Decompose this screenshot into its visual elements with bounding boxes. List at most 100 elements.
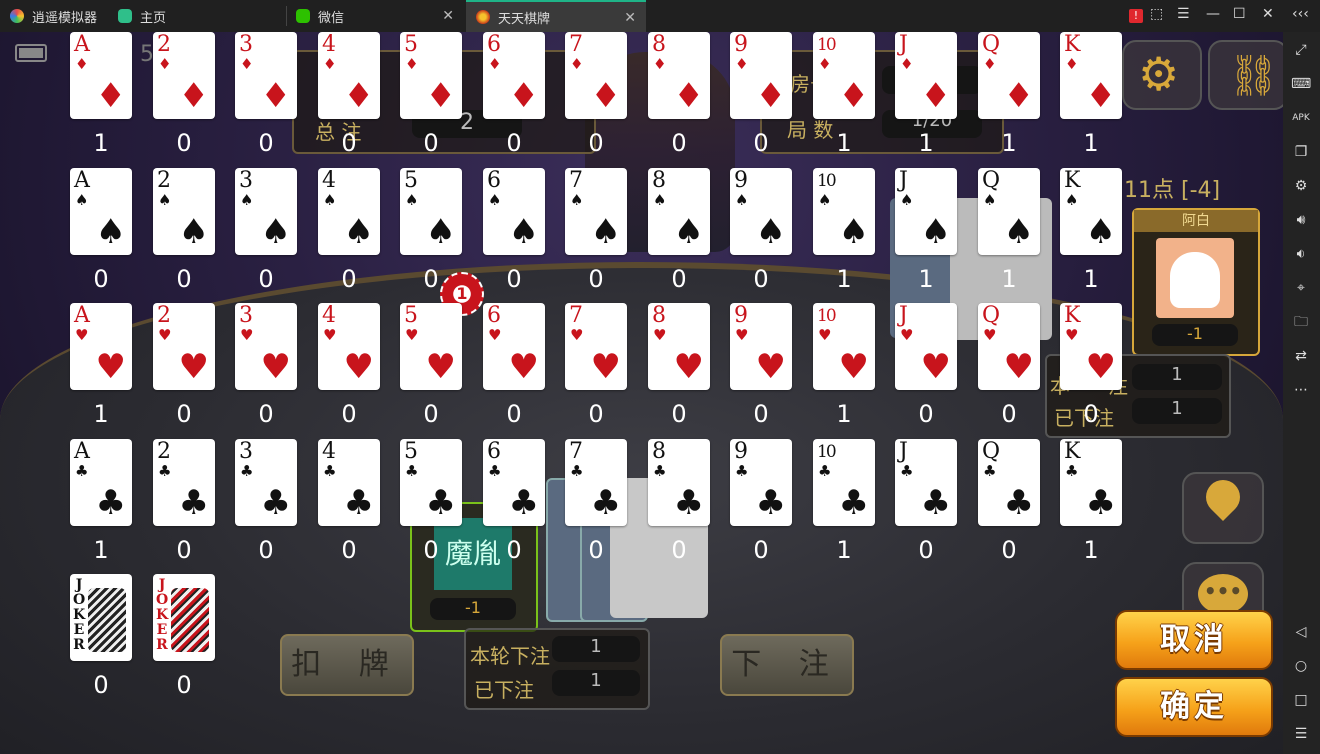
card-7-club[interactable]: 7 ♣ ♣ xyxy=(565,439,627,526)
player-seat-right[interactable]: 阿白 -1 xyxy=(1132,208,1260,356)
card-k-spade[interactable]: K ♠ ♠ xyxy=(1060,168,1122,255)
card-count: 0 xyxy=(506,536,522,564)
card-count: 0 xyxy=(341,400,357,428)
tab-home[interactable]: 主页 xyxy=(110,0,285,32)
card-8-heart[interactable]: 8 ♥ ♥ xyxy=(648,303,710,390)
card-8-club[interactable]: 8 ♣ ♣ xyxy=(648,439,710,526)
card-a-heart[interactable]: A ♥ ♥ xyxy=(70,303,132,390)
card-count: 0 xyxy=(176,400,192,428)
card-10-spade[interactable]: 10 ♠ ♠ xyxy=(813,168,875,255)
card-6-heart[interactable]: 6 ♥ ♥ xyxy=(483,303,545,390)
confirm-button[interactable]: 确定 xyxy=(1115,677,1273,737)
alert-icon[interactable]: ! xyxy=(1129,9,1143,23)
fullscreen-icon[interactable]: ⤢ xyxy=(1291,40,1311,60)
card-j-diamond[interactable]: J ♦ ♦ xyxy=(895,32,957,119)
card-6-club[interactable]: 6 ♣ ♣ xyxy=(483,439,545,526)
right-placed-value: 1 xyxy=(1132,398,1222,424)
settings-gear-icon[interactable]: ⚙ xyxy=(1291,176,1311,196)
card-a-spade[interactable]: A ♠ ♠ xyxy=(70,168,132,255)
card-4-diamond[interactable]: 4 ♦ ♦ xyxy=(318,32,380,119)
card-a-club[interactable]: A ♣ ♣ xyxy=(70,439,132,526)
settings-button[interactable]: ⚙ xyxy=(1122,40,1202,110)
menu-list-icon[interactable]: ☰ xyxy=(1291,724,1311,744)
card-q-diamond[interactable]: Q ♦ ♦ xyxy=(978,32,1040,119)
tab-emulator-home[interactable]: 逍遥模拟器 xyxy=(0,0,110,32)
card-5-spade[interactable]: 5 ♠ ♠ xyxy=(400,168,462,255)
close-window-icon[interactable]: ✕ xyxy=(1262,6,1274,22)
collapse-sidebar-icon[interactable]: ‹‹‹ xyxy=(1292,6,1309,22)
card-10-diamond[interactable]: 10 ♦ ♦ xyxy=(813,32,875,119)
card-4-spade[interactable]: 4 ♠ ♠ xyxy=(318,168,380,255)
card-k-heart[interactable]: K ♥ ♥ xyxy=(1060,303,1122,390)
card-10-heart[interactable]: 10 ♥ ♥ xyxy=(813,303,875,390)
folder-icon[interactable]: 🗀 xyxy=(1291,312,1311,332)
card-q-heart[interactable]: Q ♥ ♥ xyxy=(978,303,1040,390)
disconnect-button[interactable]: ⛓ xyxy=(1208,40,1283,110)
card-2-heart[interactable]: 2 ♥ ♥ xyxy=(153,303,215,390)
card-5-diamond[interactable]: 5 ♦ ♦ xyxy=(400,32,462,119)
card-9-club[interactable]: 9 ♣ ♣ xyxy=(730,439,792,526)
card-7-spade[interactable]: 7 ♠ ♠ xyxy=(565,168,627,255)
heart-icon: ♥ xyxy=(488,326,502,344)
apk-install-icon[interactable]: APK xyxy=(1291,108,1311,128)
sync-icon[interactable]: ⇄ xyxy=(1291,346,1311,366)
card-7-diamond[interactable]: 7 ♦ ♦ xyxy=(565,32,627,119)
location-pin-icon[interactable]: ⌖ xyxy=(1291,278,1311,298)
card-10-club[interactable]: 10 ♣ ♣ xyxy=(813,439,875,526)
card-4-heart[interactable]: 4 ♥ ♥ xyxy=(318,303,380,390)
card-3-club[interactable]: 3 ♣ ♣ xyxy=(235,439,297,526)
back-icon[interactable]: ◁ xyxy=(1291,622,1311,642)
card-count: 0 xyxy=(588,265,604,293)
card-5-heart[interactable]: 5 ♥ ♥ xyxy=(400,303,462,390)
tab-game[interactable]: 天天棋牌 ✕ xyxy=(466,0,646,32)
card-5-club[interactable]: 5 ♣ ♣ xyxy=(400,439,462,526)
heart-icon: ♥ xyxy=(405,326,419,344)
card-8-spade[interactable]: 8 ♠ ♠ xyxy=(648,168,710,255)
maximize-icon[interactable]: ☐ xyxy=(1233,6,1246,22)
bet-button[interactable]: 下 注 xyxy=(720,634,854,696)
card-joker-black[interactable]: JOKER xyxy=(70,574,132,661)
tab-wechat[interactable]: 微信 ✕ xyxy=(288,0,464,32)
card-q-spade[interactable]: Q ♠ ♠ xyxy=(978,168,1040,255)
card-9-spade[interactable]: 9 ♠ ♠ xyxy=(730,168,792,255)
keyboard-icon[interactable]: ⌨ xyxy=(1291,74,1311,94)
card-2-spade[interactable]: 2 ♠ ♠ xyxy=(153,168,215,255)
card-k-club[interactable]: K ♣ ♣ xyxy=(1060,439,1122,526)
card-2-club[interactable]: 2 ♣ ♣ xyxy=(153,439,215,526)
card-3-spade[interactable]: 3 ♠ ♠ xyxy=(235,168,297,255)
location-button[interactable] xyxy=(1182,472,1264,544)
card-joker-red[interactable]: JOKER xyxy=(153,574,215,661)
volume-up-icon[interactable]: 🔊︎ xyxy=(1291,210,1311,230)
multi-window-icon[interactable]: ❐ xyxy=(1291,142,1311,162)
more-icon[interactable]: ⋯ xyxy=(1291,380,1311,400)
card-8-diamond[interactable]: 8 ♦ ♦ xyxy=(648,32,710,119)
card-9-heart[interactable]: 9 ♥ ♥ xyxy=(730,303,792,390)
card-j-spade[interactable]: J ♠ ♠ xyxy=(895,168,957,255)
volume-down-icon[interactable]: 🔉︎ xyxy=(1291,244,1311,264)
cancel-button[interactable]: 取消 xyxy=(1115,610,1273,670)
card-j-heart[interactable]: J ♥ ♥ xyxy=(895,303,957,390)
card-k-diamond[interactable]: K ♦ ♦ xyxy=(1060,32,1122,119)
home-icon[interactable]: ○ xyxy=(1291,656,1311,676)
close-icon[interactable]: ✕ xyxy=(442,8,454,24)
fold-button[interactable]: 扣 牌 xyxy=(280,634,414,696)
card-4-club[interactable]: 4 ♣ ♣ xyxy=(318,439,380,526)
close-icon[interactable]: ✕ xyxy=(624,10,636,26)
card-9-diamond[interactable]: 9 ♦ ♦ xyxy=(730,32,792,119)
emulator-title-bar: 逍遥模拟器 主页 微信 ✕ 天天棋牌 ✕ ! ⬚ ☰ — ☐ ✕ ‹‹‹ xyxy=(0,0,1320,32)
card-q-club[interactable]: Q ♣ ♣ xyxy=(978,439,1040,526)
card-a-diamond[interactable]: A ♦ ♦ xyxy=(70,32,132,119)
card-7-heart[interactable]: 7 ♥ ♥ xyxy=(565,303,627,390)
card-2-diamond[interactable]: 2 ♦ ♦ xyxy=(153,32,215,119)
minimize-icon[interactable]: — xyxy=(1206,6,1220,22)
menu-icon[interactable]: ☰ xyxy=(1177,6,1190,22)
card-6-spade[interactable]: 6 ♠ ♠ xyxy=(483,168,545,255)
card-6-diamond[interactable]: 6 ♦ ♦ xyxy=(483,32,545,119)
card-j-club[interactable]: J ♣ ♣ xyxy=(895,439,957,526)
card-3-diamond[interactable]: 3 ♦ ♦ xyxy=(235,32,297,119)
card-3-heart[interactable]: 3 ♥ ♥ xyxy=(235,303,297,390)
card-count: 0 xyxy=(423,265,439,293)
recent-apps-icon[interactable]: □ xyxy=(1291,690,1311,710)
card-rank: 6 xyxy=(487,32,501,57)
screen-capture-icon[interactable]: ⬚ xyxy=(1150,6,1163,22)
